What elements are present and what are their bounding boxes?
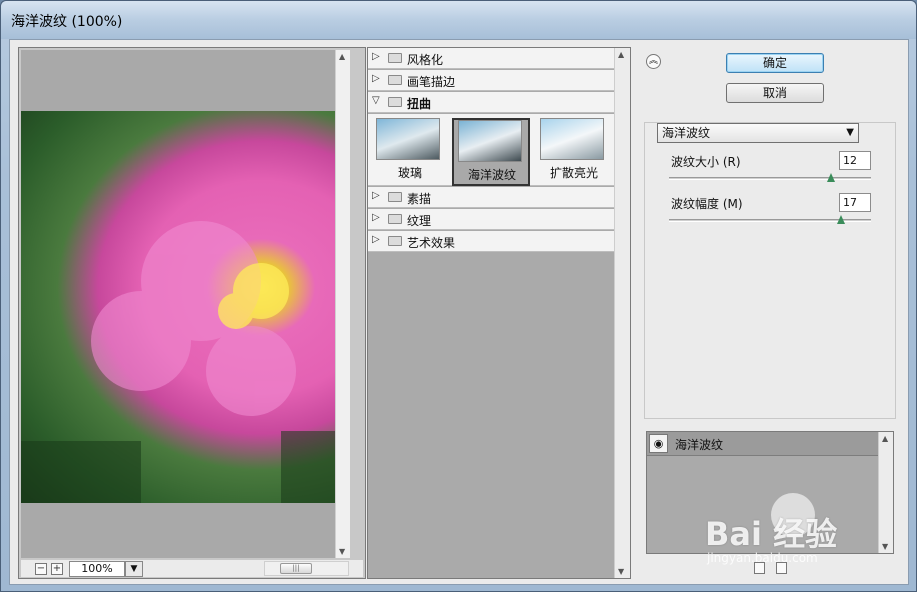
thumbnail-image bbox=[458, 120, 522, 162]
preview-horizontal-scrollbar[interactable]: ||| bbox=[264, 561, 349, 576]
filter-gallery-list: ▷ 风格化 ▷ 画笔描边 ▽ 扭曲 玻璃 海洋波纹 扩散亮光 ▷ 素描 ▷ 纹理… bbox=[367, 47, 631, 579]
category-label: 扭曲 bbox=[407, 97, 432, 111]
ripple-size-knob[interactable] bbox=[827, 173, 835, 182]
scroll-thumb[interactable]: ||| bbox=[280, 563, 312, 574]
ripple-size-field[interactable]: 12 bbox=[839, 151, 871, 170]
ripple-size-slider[interactable] bbox=[669, 173, 871, 182]
expand-arrow-icon[interactable]: ▷ bbox=[372, 212, 380, 223]
cancel-button[interactable]: 取消 bbox=[726, 83, 824, 103]
watermark-main: Bai 经验 bbox=[705, 515, 838, 553]
gallery-scrollbar[interactable]: ▲ ▼ bbox=[614, 48, 630, 578]
zoom-in-button[interactable]: + bbox=[51, 563, 63, 575]
ripple-magnitude-knob[interactable] bbox=[837, 215, 845, 224]
category-artistic[interactable]: ▷ 艺术效果 bbox=[368, 231, 614, 252]
category-label: 素描 bbox=[407, 192, 432, 206]
folder-icon bbox=[388, 75, 402, 85]
collapse-icon[interactable]: ︽ bbox=[646, 54, 661, 69]
zoom-level-field[interactable]: 100% bbox=[69, 561, 125, 577]
scroll-up-icon[interactable]: ▲ bbox=[339, 52, 345, 61]
distort-thumbnails: 玻璃 海洋波纹 扩散亮光 bbox=[368, 114, 614, 186]
thumbnail-label: 海洋波纹 bbox=[467, 168, 516, 182]
folder-icon bbox=[388, 53, 402, 63]
category-stylize[interactable]: ▷ 风格化 bbox=[368, 48, 614, 69]
category-label: 纹理 bbox=[407, 214, 432, 228]
thumbnail-image bbox=[540, 118, 604, 160]
expand-arrow-icon[interactable]: ▷ bbox=[372, 234, 380, 245]
preview-zoom-bar: − + 100% ▼ ||| bbox=[21, 560, 363, 577]
filter-gallery-window: 海洋波纹 (100%) ▲ ▼ − + 100% ▼ ||| ▷ 风格化 ▷ 画… bbox=[0, 0, 917, 592]
category-brush-strokes[interactable]: ▷ 画笔描边 bbox=[368, 70, 614, 91]
preview-texture bbox=[21, 221, 341, 503]
preview-vertical-scrollbar[interactable]: ▲ ▼ bbox=[335, 50, 350, 558]
thumbnail-ocean-ripple[interactable]: 海洋波纹 bbox=[452, 118, 530, 186]
ripple-magnitude-field[interactable]: 17 bbox=[839, 193, 871, 212]
filter-settings-panel: 海洋波纹 ▼ 波纹大小 (R) 12 波纹幅度 (M) 17 bbox=[644, 122, 896, 419]
thumbnail-label: 扩散亮光 bbox=[549, 166, 598, 180]
folder-icon bbox=[388, 192, 402, 202]
layer-label: 海洋波纹 bbox=[675, 438, 724, 452]
zoom-dropdown-icon[interactable]: ▼ bbox=[125, 561, 143, 577]
thumbnail-diffuse-glow[interactable]: 扩散亮光 bbox=[536, 118, 614, 186]
category-label: 风格化 bbox=[407, 53, 444, 67]
category-sketch[interactable]: ▷ 素描 bbox=[368, 187, 614, 208]
expand-arrow-icon[interactable]: ▷ bbox=[372, 51, 380, 62]
category-label: 艺术效果 bbox=[407, 236, 456, 250]
ok-button[interactable]: 确定 bbox=[726, 53, 824, 73]
folder-icon bbox=[388, 214, 402, 224]
effect-layer-row[interactable]: ◉ 海洋波纹 bbox=[647, 432, 878, 456]
filter-select-value: 海洋波纹 bbox=[662, 126, 711, 140]
scroll-up-icon[interactable]: ▲ bbox=[618, 50, 624, 59]
title-bar[interactable]: 海洋波纹 (100%) bbox=[1, 1, 916, 39]
filter-select[interactable]: 海洋波纹 ▼ bbox=[657, 123, 859, 143]
category-label: 画笔描边 bbox=[407, 75, 456, 89]
watermark-sub: jingyan.baidu.com bbox=[707, 551, 818, 565]
folder-icon bbox=[388, 236, 402, 246]
thumbnail-glass[interactable]: 玻璃 bbox=[372, 118, 450, 186]
category-distort[interactable]: ▽ 扭曲 bbox=[368, 92, 614, 113]
expand-arrow-icon[interactable]: ▷ bbox=[372, 73, 380, 84]
collapse-arrow-icon[interactable]: ▽ bbox=[372, 95, 380, 106]
preview-canvas[interactable]: ▲ ▼ bbox=[21, 50, 350, 558]
ripple-magnitude-slider[interactable] bbox=[669, 215, 871, 224]
ripple-magnitude-label: 波纹幅度 (M) bbox=[671, 197, 743, 211]
window-title: 海洋波纹 (100%) bbox=[11, 14, 123, 30]
ripple-size-label: 波纹大小 (R) bbox=[671, 155, 741, 169]
preview-image[interactable] bbox=[21, 111, 341, 503]
scroll-down-icon[interactable]: ▼ bbox=[339, 547, 345, 556]
thumbnail-image bbox=[376, 118, 440, 160]
preview-panel: ▲ ▼ − + 100% ▼ ||| bbox=[18, 47, 366, 579]
scroll-up-icon[interactable]: ▲ bbox=[882, 434, 888, 443]
category-texture[interactable]: ▷ 纹理 bbox=[368, 209, 614, 230]
folder-open-icon bbox=[388, 97, 402, 107]
expand-arrow-icon[interactable]: ▷ bbox=[372, 190, 380, 201]
baidu-watermark: Bai 经验 jingyan.baidu.com bbox=[705, 487, 905, 577]
thumbnail-label: 玻璃 bbox=[397, 166, 422, 180]
chevron-down-icon: ▼ bbox=[846, 127, 854, 138]
eye-icon[interactable]: ◉ bbox=[649, 434, 668, 453]
scroll-down-icon[interactable]: ▼ bbox=[618, 567, 624, 576]
zoom-out-button[interactable]: − bbox=[35, 563, 47, 575]
